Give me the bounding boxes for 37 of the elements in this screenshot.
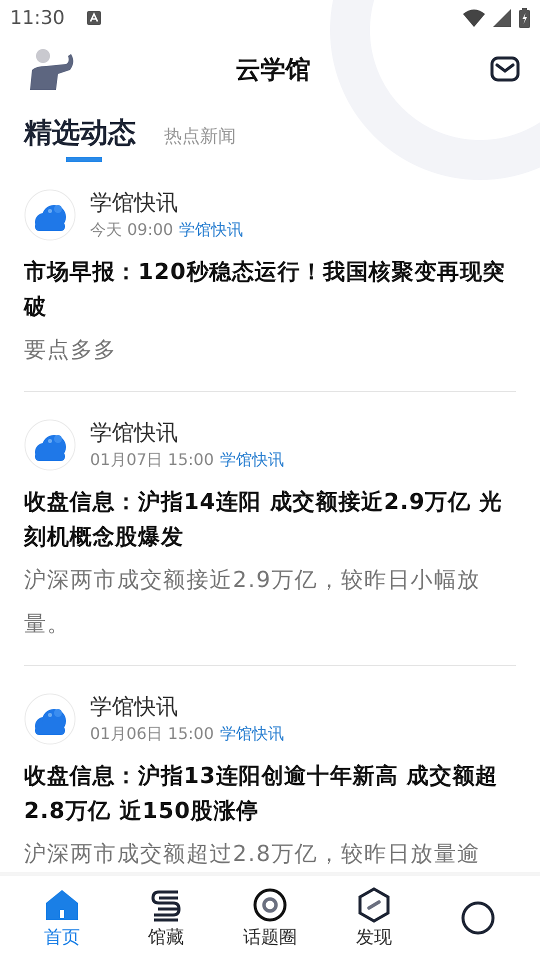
cloud-logo-icon — [24, 188, 76, 240]
nav-item[interactable]: 发现 — [322, 876, 426, 960]
source-tag[interactable]: 学馆快讯 — [220, 450, 284, 471]
nav-item[interactable]: 首页 — [10, 876, 114, 960]
article-title: 收盘信息：沪指13连阳创逾十年新高 成交额超2.8万亿 近150股涨停 — [24, 762, 499, 826]
wifi-icon — [463, 9, 485, 27]
hexagon-icon — [356, 887, 392, 923]
article-card[interactable]: 学馆快讯 01月07日 15:00 学馆快讯 收盘信息：沪指14连阳 成交额接近2.9万亿 光刻机概念股爆发 沪深两市成交额接近2.9万亿，较昨日小幅放量。 — [24, 392, 516, 666]
publish-time: 今天 09:00 — [90, 220, 174, 241]
source-name: 学馆快讯 — [90, 420, 179, 448]
cloud-logo-icon — [24, 692, 76, 744]
article-summary: 要点多多 — [24, 337, 118, 365]
circle-icon — [460, 900, 496, 936]
tab-indicator — [66, 157, 102, 162]
signal-icon — [493, 9, 511, 27]
article-card[interactable]: 学馆快讯 今天 09:00 学馆快讯 市场早报：120秒稳态运行！我国核聚变再现突破 要点多多 — [24, 162, 516, 392]
publish-time: 01月06日 15:00 — [90, 724, 214, 745]
cloud-logo-icon — [24, 418, 76, 470]
article-summary: 沪深两市成交额接近2.9万亿，较昨日小幅放量。 — [24, 567, 482, 639]
app-title: 云学馆 — [236, 54, 310, 86]
status-time: 11:30 — [10, 7, 65, 29]
source-name: 学馆快讯 — [90, 190, 179, 218]
article-summary: 沪深两市成交额超过2.8万亿，较昨日放量逾 — [24, 841, 482, 869]
ring-icon — [252, 887, 288, 923]
battery-icon — [519, 8, 530, 28]
nav-item[interactable]: 馆藏 — [114, 876, 218, 960]
tab[interactable]: 精选动态 — [24, 114, 136, 162]
source-name: 学馆快讯 — [90, 694, 179, 722]
source-tag[interactable]: 学馆快讯 — [220, 724, 284, 745]
source-tag[interactable]: 学馆快讯 — [179, 220, 244, 241]
article-title: 市场早报：120秒稳态运行！我国核聚变再现突破 — [24, 258, 507, 322]
publish-time: 01月07日 15:00 — [90, 450, 214, 471]
nav-item[interactable]: 话题圈 — [218, 876, 322, 960]
keyboard-indicator-icon — [86, 11, 101, 25]
article-title: 收盘信息：沪指14连阳 成交额接近2.9万亿 光刻机概念股爆发 — [24, 488, 504, 552]
home-icon — [44, 887, 80, 923]
mail-icon[interactable] — [490, 56, 520, 82]
